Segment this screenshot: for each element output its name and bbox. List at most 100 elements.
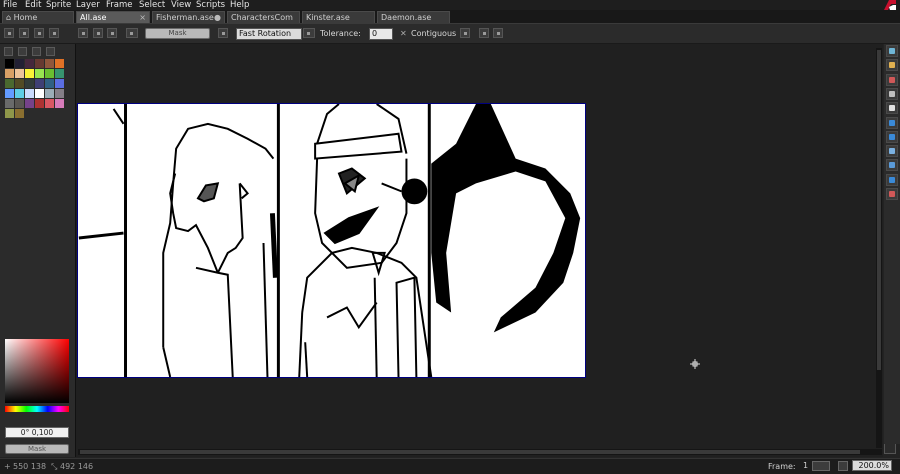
vertical-scrollbar-thumb[interactable] [877,50,881,370]
pencil-icon[interactable] [886,59,898,72]
mask-color-button[interactable]: Mask [5,444,69,454]
menu-view[interactable]: View [171,0,191,10]
dropdown-options-button[interactable] [460,28,470,38]
paint-bucket-icon[interactable] [886,130,898,143]
palette-swatch[interactable] [25,69,34,78]
color-picker[interactable] [5,339,69,412]
chevron-down-icon[interactable] [303,28,315,38]
palette-options-button[interactable] [4,28,14,38]
tab-kinster[interactable]: Kinster.ase [302,11,375,23]
mask-button[interactable]: Mask [145,28,210,39]
vertical-scrollbar[interactable] [876,48,882,448]
tab-fisherman[interactable]: Fisherman.ase ● [152,11,225,23]
rectangle-glyph [889,162,895,169]
blur-icon[interactable] [886,188,898,200]
palette-swatch[interactable] [5,69,14,78]
zoom-icon[interactable] [886,102,898,115]
palette-swatch[interactable] [35,69,44,78]
move-icon[interactable] [886,116,898,129]
palette-swatch[interactable] [45,99,54,108]
palette-swatch[interactable] [35,59,44,68]
line-icon[interactable] [886,145,898,158]
selection-add-button[interactable] [93,28,103,38]
palette-swatch[interactable] [25,89,34,98]
saturation-value-square[interactable] [5,339,69,403]
palette-swatch[interactable] [5,79,14,88]
palette-fill-button[interactable] [34,28,44,38]
palette-swatch[interactable] [15,59,24,68]
checkbox-x-icon[interactable]: ✕ [400,29,407,38]
palette-swatch[interactable] [5,59,14,68]
palette-swatch[interactable] [25,59,34,68]
palette-swatch[interactable] [55,99,64,108]
palette-swatch[interactable] [15,79,24,88]
palette-swatch[interactable] [5,109,14,118]
palette-swatch[interactable] [35,89,44,98]
palette-menu-button[interactable] [49,28,59,38]
palette-swatch[interactable] [15,109,24,118]
sprite-icon[interactable] [886,45,898,57]
tab-home[interactable]: ⌂ Home [2,11,74,23]
selection-subtract-button[interactable] [107,28,117,38]
palette-sort-button[interactable] [32,47,41,56]
timeline-toggle-button[interactable] [884,443,896,454]
palette-swatch[interactable] [45,59,54,68]
palette-swatch[interactable] [35,79,44,88]
rotation-algorithm-select[interactable]: Fast Rotation [236,28,302,40]
selection-replace-button[interactable] [78,28,88,38]
menu-file[interactable]: File [3,0,17,10]
selection-mode-button[interactable] [479,28,489,38]
zoom-button[interactable] [838,461,848,471]
palette-swatch[interactable] [15,69,24,78]
palette-edit-button[interactable] [4,47,13,56]
palette-swatch[interactable] [45,89,54,98]
hue-slider[interactable] [5,406,69,412]
palette-swatch[interactable] [25,79,34,88]
tab-all-ase[interactable]: All.ase × [76,11,150,23]
frame-input[interactable]: 1 [803,461,808,470]
sprite-canvas[interactable] [77,103,586,378]
lasso-icon[interactable] [886,173,898,186]
modified-dot-icon[interactable]: ● [214,12,221,23]
palette-swatch[interactable] [45,69,54,78]
tolerance-input[interactable]: 0 [369,28,393,40]
tab-characterscom[interactable]: CharactersCom [227,11,300,23]
rectangle-icon[interactable] [886,159,898,172]
selection-size: 492 146 [60,462,94,471]
palette-swatch[interactable] [45,79,54,88]
palette-swatch[interactable] [55,69,64,78]
zoom-level[interactable]: 200.0% [852,460,892,471]
menu-select[interactable]: Select [139,0,165,10]
pivot-button[interactable] [218,28,228,38]
palette-swatch[interactable] [55,79,64,88]
palette-swatch[interactable] [5,99,14,108]
selection-options-button[interactable] [493,28,503,38]
menu-help[interactable]: Help [230,0,249,10]
palette-add-button[interactable] [19,28,29,38]
menu-scripts[interactable]: Scripts [196,0,225,10]
palette-options-button[interactable] [46,47,55,56]
menu-edit[interactable]: Edit [25,0,41,10]
menu-layer[interactable]: Layer [76,0,100,10]
color-value-field[interactable]: 0° 0,100 [5,427,69,438]
palette-add-swatch-button[interactable] [18,47,27,56]
tab-daemon[interactable]: Daemon.ase [377,11,450,23]
palette-swatch[interactable] [35,99,44,108]
palette-swatch[interactable] [55,59,64,68]
status-bar: + 550 138 ⤡ 492 146 Frame: 1 [0,458,900,474]
frame-spinner[interactable] [812,461,830,471]
close-icon[interactable]: × [139,12,146,23]
transparent-color-button[interactable] [126,28,138,38]
cursor-position: 550 138 [13,462,47,471]
palette-swatch[interactable] [55,89,64,98]
eyedropper-icon[interactable] [886,87,898,100]
menu-sprite[interactable]: Sprite [46,0,71,10]
eraser-icon[interactable] [886,73,898,86]
horizontal-scrollbar-thumb[interactable] [80,450,860,454]
palette-swatch[interactable] [5,89,14,98]
horizontal-scrollbar[interactable] [78,449,882,455]
palette-swatch[interactable] [25,99,34,108]
palette-swatch[interactable] [15,99,24,108]
menu-frame[interactable]: Frame [106,0,132,10]
palette-swatch[interactable] [15,89,24,98]
